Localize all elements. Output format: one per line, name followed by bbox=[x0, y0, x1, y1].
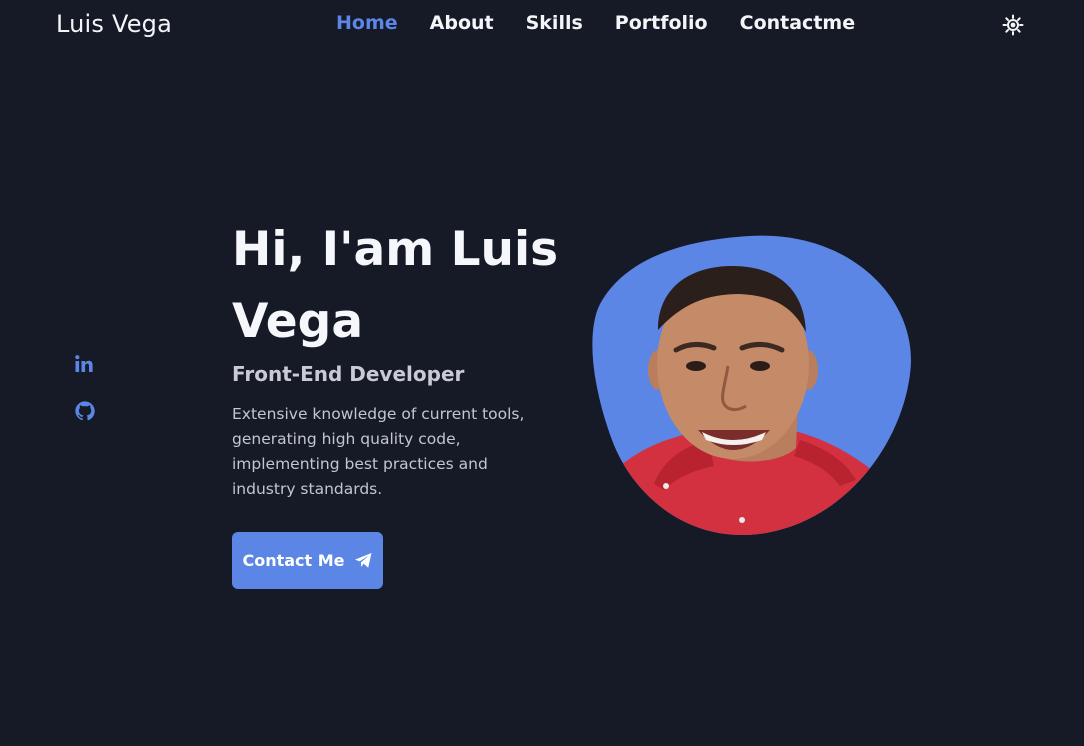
site-header: Luis Vega Home About Skills Portfolio Co… bbox=[0, 0, 1084, 54]
nav-link-portfolio[interactable]: Portfolio bbox=[615, 12, 708, 34]
nav-link-skills[interactable]: Skills bbox=[526, 12, 583, 34]
nav-link-contactme[interactable]: Contactme bbox=[740, 12, 855, 34]
nav-link-home[interactable]: Home bbox=[336, 12, 398, 34]
site-logo[interactable]: Luis Vega bbox=[56, 10, 172, 38]
github-link[interactable] bbox=[74, 400, 96, 422]
hero-subtitle: Front-End Developer bbox=[232, 362, 465, 386]
theme-toggle-button[interactable] bbox=[1002, 14, 1024, 36]
send-icon bbox=[354, 553, 372, 568]
github-icon bbox=[75, 401, 95, 421]
linkedin-link[interactable] bbox=[74, 354, 96, 376]
profile-photo bbox=[592, 235, 911, 536]
main-nav: Home About Skills Portfolio Contactme bbox=[336, 12, 855, 34]
nav-link-about[interactable]: About bbox=[430, 12, 494, 34]
hero-description: Extensive knowledge of current tools, ge… bbox=[232, 405, 525, 498]
social-links bbox=[74, 354, 96, 446]
contact-me-button[interactable]: Contact Me bbox=[232, 532, 383, 589]
sun-icon bbox=[1002, 14, 1024, 36]
profile-blob bbox=[590, 234, 914, 536]
hero-title: Hi, I'am Luis Vega bbox=[232, 222, 559, 349]
hero-section: Hi, I'am Luis Vega Front-End Developer E… bbox=[232, 214, 572, 502]
contact-me-label: Contact Me bbox=[242, 551, 345, 570]
linkedin-icon bbox=[75, 355, 93, 372]
